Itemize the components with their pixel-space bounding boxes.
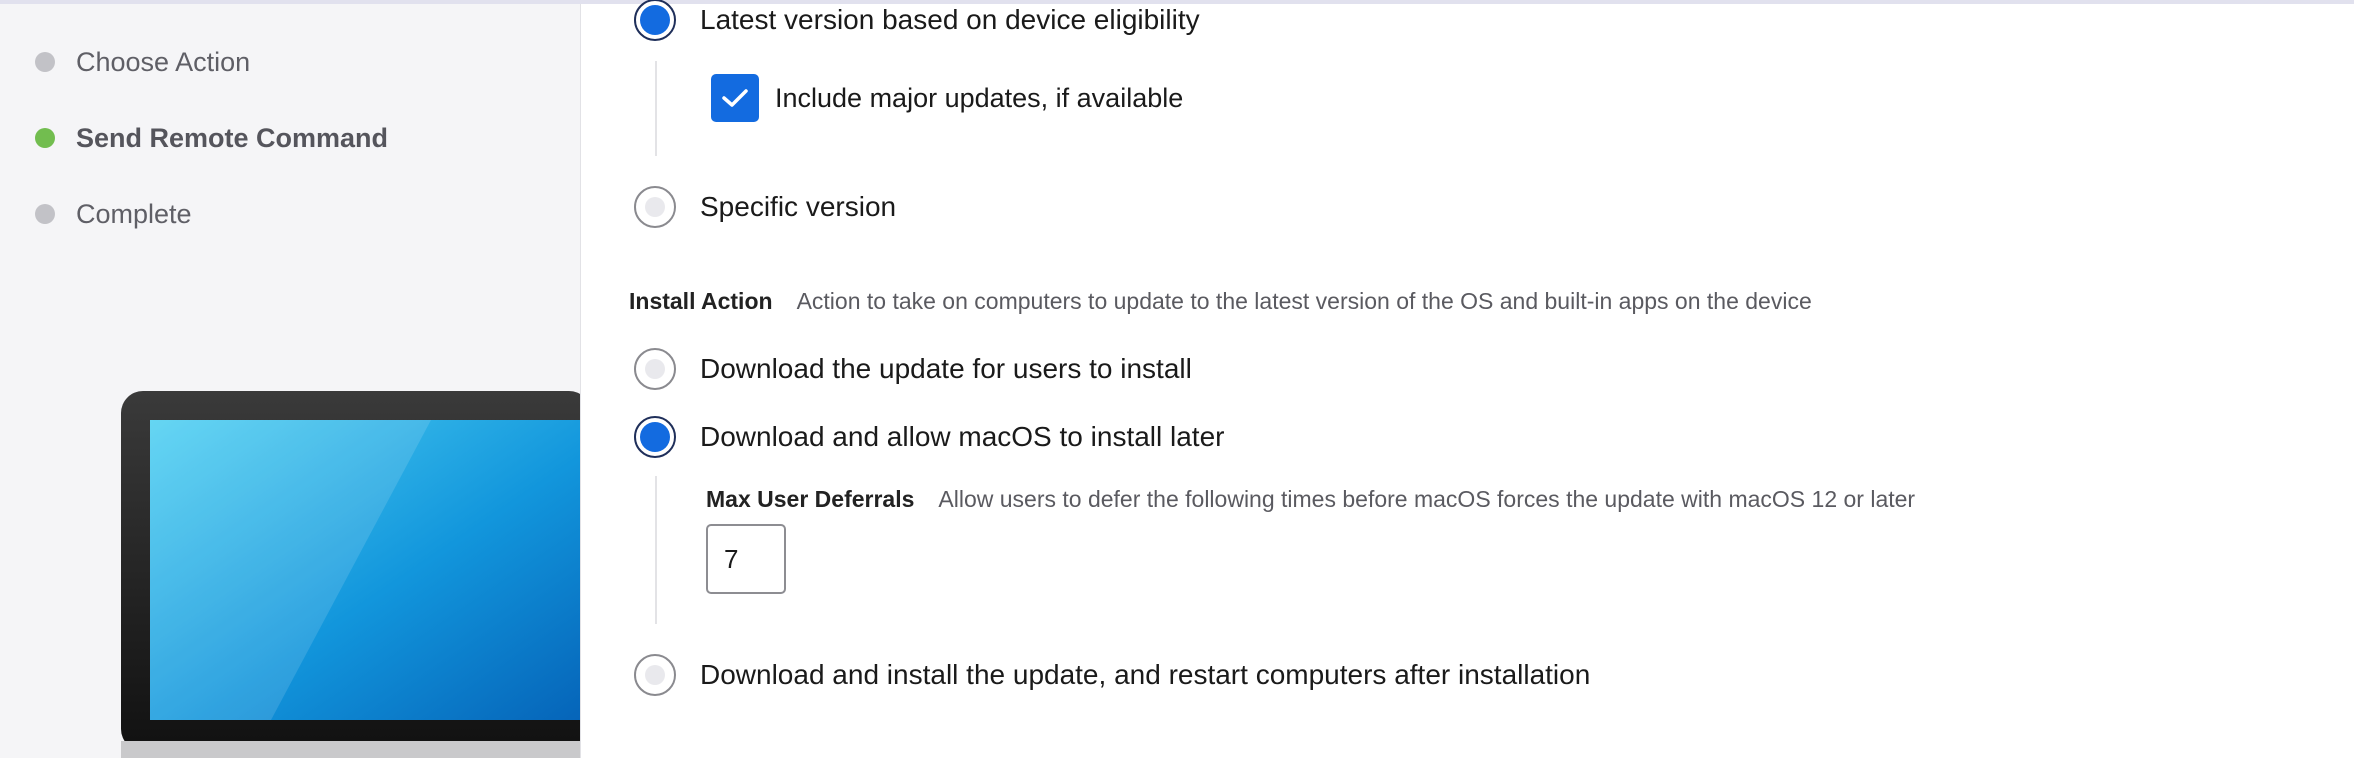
checkbox-label: Include major updates, if available <box>775 82 1184 113</box>
radio-latest-version[interactable]: Latest version based on device eligibili… <box>634 0 1200 45</box>
update-options-panel: Latest version based on device eligibili… <box>581 0 2354 758</box>
step-choose-action[interactable]: Choose Action <box>35 42 250 82</box>
radio-label: Download and install the update, and res… <box>700 659 1591 690</box>
step-complete[interactable]: Complete <box>35 194 192 234</box>
step-label: Send Remote Command <box>76 122 389 153</box>
max-user-deferrals-description: Allow users to defer the following times… <box>938 486 1916 512</box>
nested-indent-line <box>655 61 657 156</box>
radio-button[interactable] <box>634 348 676 390</box>
step-label: Complete <box>76 198 192 229</box>
checkmark-icon <box>722 89 748 107</box>
install-action-title: Install Action <box>629 288 773 314</box>
step-status-dot <box>35 128 55 148</box>
nested-indent-line <box>655 476 657 624</box>
radio-specific-version[interactable]: Specific version <box>634 182 896 232</box>
step-status-dot <box>35 204 55 224</box>
radio-download-install-later[interactable]: Download and allow macOS to install late… <box>634 412 1224 462</box>
step-status-dot <box>35 52 55 72</box>
radio-label: Latest version based on device eligibili… <box>700 4 1200 35</box>
radio-button[interactable] <box>634 416 676 458</box>
max-user-deferrals-header: Max User Deferrals Allow users to defer … <box>706 486 1915 513</box>
install-action-header: Install Action Action to take on compute… <box>629 288 1812 315</box>
checkbox[interactable] <box>711 74 759 122</box>
radio-button[interactable] <box>634 654 676 696</box>
radio-label: Download and allow macOS to install late… <box>700 421 1225 452</box>
imac-illustration <box>121 391 580 758</box>
max-user-deferrals-input[interactable] <box>706 524 786 594</box>
radio-download-for-users[interactable]: Download the update for users to install <box>634 344 1192 394</box>
step-send-remote-command[interactable]: Send Remote Command <box>35 118 388 158</box>
radio-button[interactable] <box>634 186 676 228</box>
wizard-sidebar: Choose Action Send Remote Command Comple… <box>0 4 581 758</box>
checkbox-include-major-updates[interactable]: Include major updates, if available <box>711 73 1183 123</box>
radio-label: Specific version <box>700 191 897 222</box>
radio-label: Download the update for users to install <box>700 353 1192 384</box>
radio-button[interactable] <box>634 0 676 41</box>
install-action-description: Action to take on computers to update to… <box>796 288 1812 314</box>
radio-download-install-restart[interactable]: Download and install the update, and res… <box>634 650 1590 700</box>
step-label: Choose Action <box>76 46 251 77</box>
max-user-deferrals-title: Max User Deferrals <box>706 486 915 512</box>
